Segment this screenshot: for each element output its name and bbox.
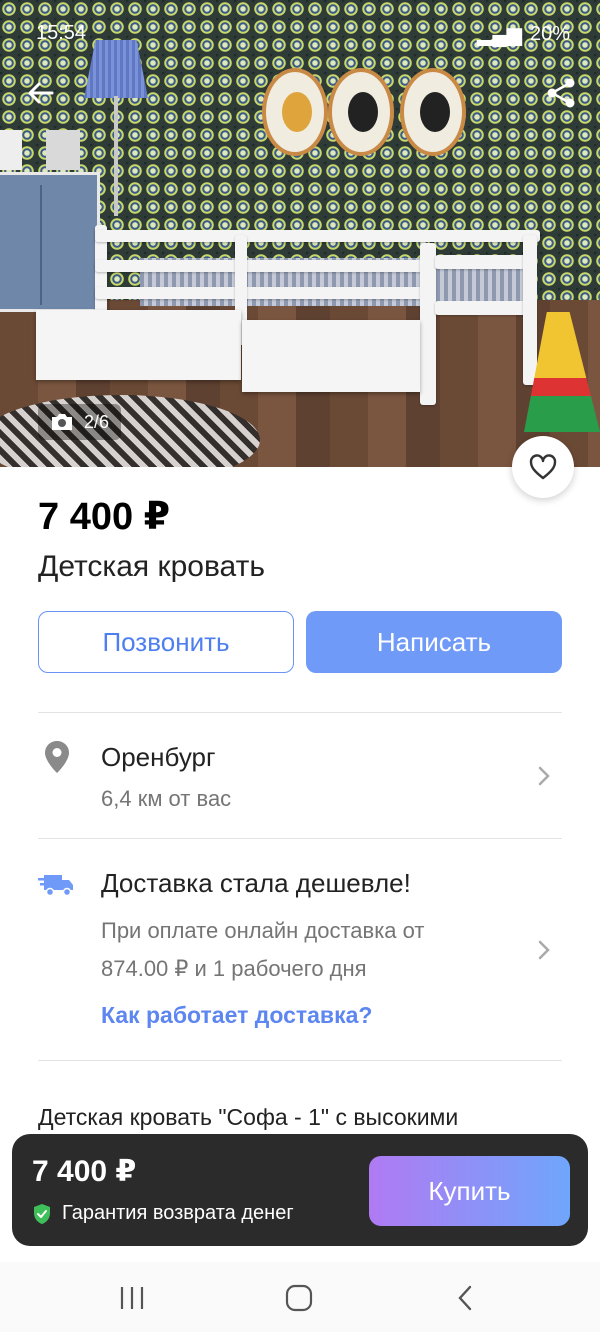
guarantee-badge: Гарантия возврата денег [32, 1202, 294, 1225]
photo-wall-plate [400, 68, 466, 156]
description-text: Детская кровать "Софа - 1" с высокими [38, 1104, 459, 1130]
signal-icon: ▂▄▆ [477, 24, 522, 46]
photo-wall-plate [328, 68, 394, 156]
divider [38, 712, 562, 713]
purchase-bar: 7 400 ₽ Гарантия возврата денег Купить [12, 1134, 588, 1246]
purchase-price: 7 400 ₽ [32, 1155, 137, 1188]
guarantee-text: Гарантия возврата денег [62, 1202, 294, 1224]
back-button[interactable] [26, 78, 62, 108]
heart-icon [529, 454, 557, 480]
listing-photo[interactable]: 15:54 ▂▄▆ 20% 2/6 [0, 0, 600, 467]
photo-wall-plate [262, 68, 328, 156]
camera-icon [52, 414, 72, 430]
listing-price: 7 400 ₽ [38, 496, 171, 538]
share-icon [547, 78, 575, 108]
delivery-text-line: 874.00 ₽ и 1 рабочего дня [101, 956, 367, 981]
chevron-right-icon [538, 766, 550, 786]
photo-drawer [242, 320, 420, 392]
status-icons: ▂▄▆ 20% [477, 22, 570, 47]
listing-title: Детская кровать [38, 550, 265, 583]
location-city: Оренбург [101, 742, 216, 772]
delivery-text-line: При оплате онлайн доставка от [101, 918, 425, 943]
map-pin-icon [45, 741, 69, 773]
truck-icon [38, 875, 73, 897]
battery-level: 20% [529, 23, 570, 45]
buy-button[interactable]: Купить [369, 1156, 570, 1226]
status-bar: 15:54 ▂▄▆ 20% [0, 0, 600, 64]
delivery-text: При оплате онлайн доставка от 874.00 ₽ и… [101, 912, 501, 988]
location-distance: 6,4 км от вас [101, 786, 232, 811]
delivery-info-link[interactable]: Как работает доставка? [101, 1002, 372, 1029]
photo-counter-text: 2/6 [84, 411, 110, 432]
photo-lamp-pole [114, 96, 118, 216]
divider [38, 1060, 562, 1061]
call-button[interactable]: Позвонить [38, 611, 294, 673]
chevron-right-icon [538, 940, 550, 960]
recent-apps-icon[interactable] [117, 1284, 147, 1312]
back-nav-icon[interactable] [452, 1284, 482, 1312]
photo-counter: 2/6 [38, 404, 122, 440]
divider [38, 838, 562, 839]
home-icon[interactable] [284, 1284, 314, 1312]
write-button[interactable]: Написать [306, 611, 562, 673]
favorite-button[interactable] [512, 436, 574, 498]
delivery-title: Доставка стала дешевле! [101, 868, 411, 898]
photo-cups [0, 130, 90, 170]
photo-cabinet [0, 172, 100, 312]
system-nav-bar [0, 1262, 600, 1332]
arrow-left-icon [28, 82, 54, 104]
share-button[interactable] [544, 76, 578, 110]
check-shield-icon [34, 1203, 50, 1224]
photo-drawer [36, 310, 241, 380]
status-time: 15:54 [36, 22, 87, 44]
